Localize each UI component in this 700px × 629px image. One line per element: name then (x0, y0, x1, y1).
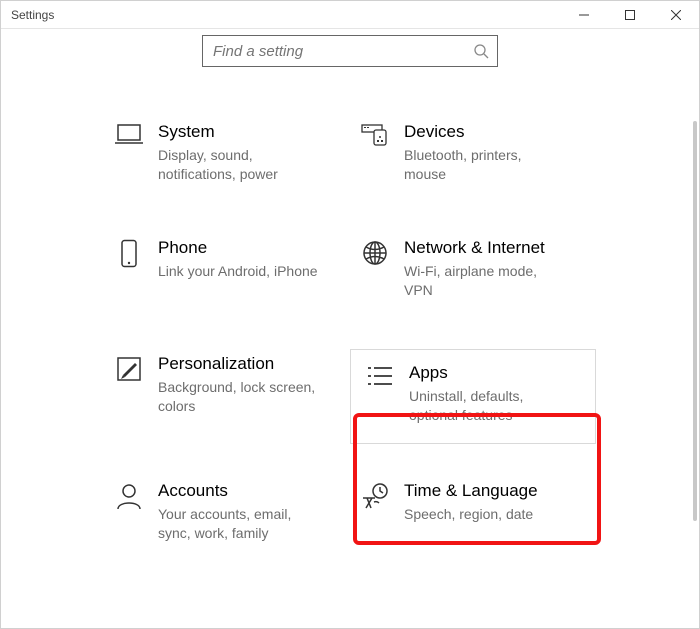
tile-label: System (158, 121, 318, 142)
search-input[interactable] (211, 42, 473, 61)
tile-desc: Wi-Fi, airplane mode, VPN (404, 262, 564, 300)
close-button[interactable] (653, 1, 699, 28)
tile-network[interactable]: Network & Internet Wi-Fi, airplane mode,… (350, 233, 596, 317)
time-language-icon (356, 480, 394, 510)
tile-label: Accounts (158, 480, 318, 501)
tile-apps[interactable]: Apps Uninstall, defaults, optional featu… (350, 349, 596, 444)
settings-grid: System Display, sound, notifications, po… (1, 61, 699, 560)
content-area: System Display, sound, notifications, po… (1, 61, 699, 628)
tile-label: Time & Language (404, 480, 538, 501)
tile-label: Phone (158, 237, 318, 258)
close-icon (671, 10, 681, 20)
tile-phone[interactable]: Phone Link your Android, iPhone (104, 233, 350, 317)
window-controls (561, 1, 699, 28)
minimize-button[interactable] (561, 1, 607, 28)
minimize-icon (579, 10, 589, 20)
laptop-icon (110, 121, 148, 147)
phone-icon (110, 237, 148, 269)
tile-label: Personalization (158, 353, 318, 374)
tile-desc: Link your Android, iPhone (158, 262, 318, 281)
tile-system[interactable]: System Display, sound, notifications, po… (104, 117, 350, 201)
tile-desc: Uninstall, defaults, optional features (409, 387, 569, 425)
tile-desc: Your accounts, email, sync, work, family (158, 505, 318, 543)
tile-desc: Display, sound, notifications, power (158, 146, 318, 184)
paintbrush-icon (110, 353, 148, 383)
window-title: Settings (11, 8, 54, 22)
tile-label: Network & Internet (404, 237, 564, 258)
list-icon (361, 362, 399, 388)
tile-accounts[interactable]: Accounts Your accounts, email, sync, wor… (104, 476, 350, 560)
titlebar: Settings (1, 1, 699, 29)
tile-desc: Background, lock screen, colors (158, 378, 318, 416)
tile-label: Devices (404, 121, 564, 142)
globe-icon (356, 237, 394, 267)
person-icon (110, 480, 148, 510)
tile-desc: Speech, region, date (404, 505, 538, 524)
search-icon (473, 43, 489, 59)
maximize-icon (625, 10, 635, 20)
tile-devices[interactable]: Devices Bluetooth, printers, mouse (350, 117, 596, 201)
devices-icon (356, 121, 394, 149)
tile-personalization[interactable]: Personalization Background, lock screen,… (104, 349, 350, 444)
maximize-button[interactable] (607, 1, 653, 28)
tile-desc: Bluetooth, printers, mouse (404, 146, 564, 184)
scrollbar[interactable] (693, 121, 697, 521)
tile-time-language[interactable]: Time & Language Speech, region, date (350, 476, 596, 560)
tile-label: Apps (409, 362, 569, 383)
